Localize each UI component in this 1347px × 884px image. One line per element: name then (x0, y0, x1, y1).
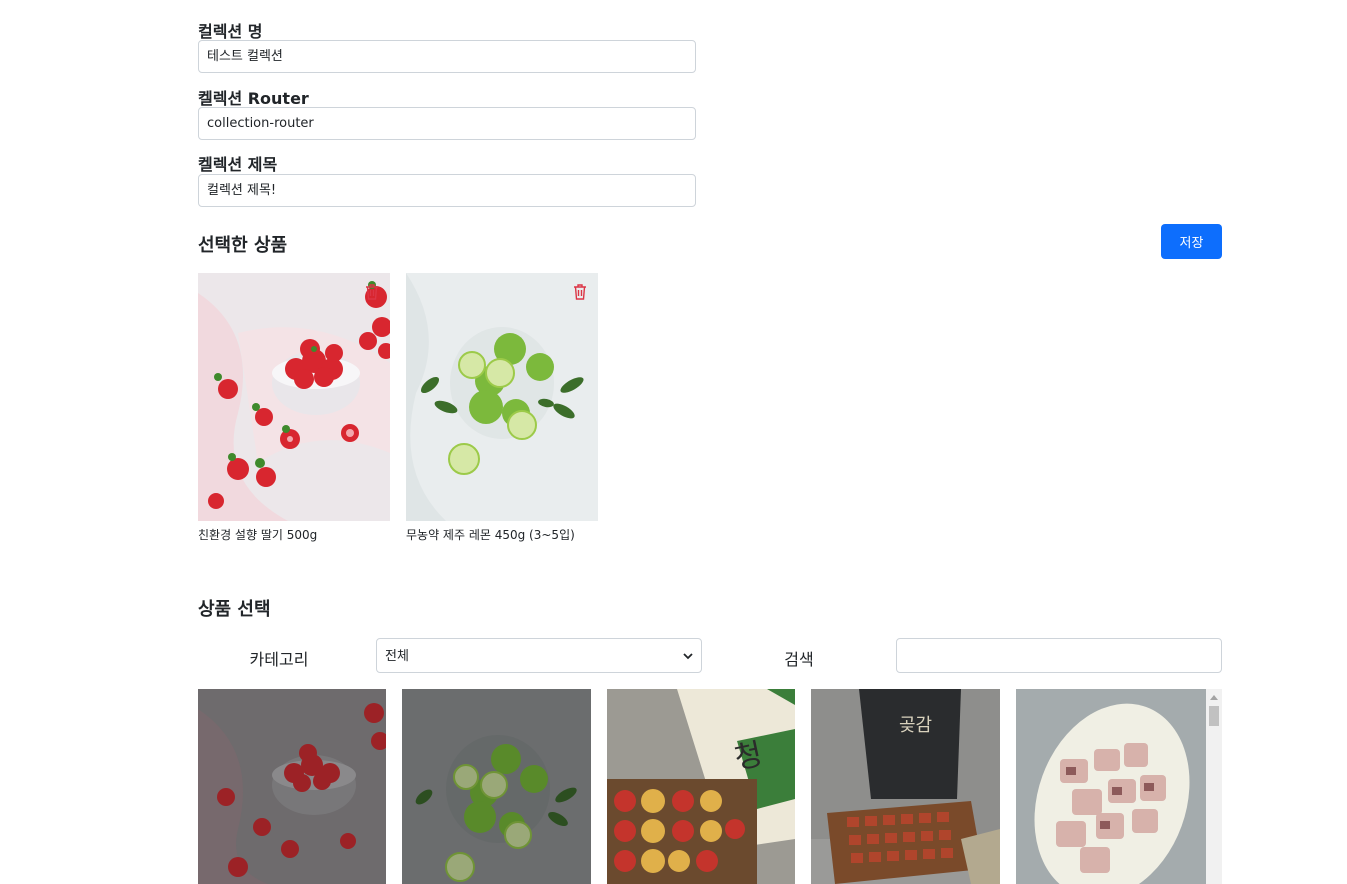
selected-product-card: 무농약 제주 레몬 450g (3~5입) (406, 273, 598, 543)
selected-product-name: 친환경 설향 딸기 500g (198, 528, 318, 542)
collection-name-label: 컬렉션 명 (198, 22, 263, 41)
collection-title-input[interactable]: 컬렉션 제목! (198, 174, 696, 207)
product-image (406, 273, 598, 521)
product-grid-item[interactable]: 곶감 (811, 689, 1000, 884)
product-grid-item[interactable]: 청 (607, 689, 795, 884)
collection-router-input[interactable]: collection-router (198, 107, 696, 140)
product-picker-title: 상품 선택 (198, 599, 271, 620)
scrollbar-thumb[interactable] (1209, 706, 1219, 726)
product-grid-item[interactable] (198, 689, 386, 884)
product-grid-scrollbar[interactable] (1206, 689, 1222, 884)
selected-products-title: 선택한 상품 (198, 235, 288, 256)
scroll-up-arrow-icon[interactable] (1210, 695, 1218, 700)
collection-editor: 컬렉션 명 테스트 컬렉션 켈렉션 Router collection-rout… (198, 0, 1222, 884)
svg-text:곶감: 곶감 (899, 715, 932, 736)
save-button[interactable]: 저장 (1161, 224, 1222, 259)
category-selected-value: 전체 (385, 649, 409, 664)
product-image (198, 273, 390, 521)
product-grid-item[interactable] (402, 689, 591, 884)
category-label: 카테고리 (249, 650, 309, 669)
product-grid-item[interactable] (1016, 689, 1206, 884)
search-input[interactable] (896, 638, 1222, 673)
selected-product-name: 무농약 제주 레몬 450g (3~5입) (406, 528, 575, 542)
collection-router-label: 켈렉션 Router (198, 89, 309, 108)
collection-name-input[interactable]: 테스트 컬렉션 (198, 40, 696, 73)
collection-title-label: 켈렉션 제목 (198, 155, 278, 174)
trash-icon[interactable] (572, 283, 588, 301)
trash-icon[interactable] (364, 283, 380, 301)
search-label: 검색 (784, 650, 814, 669)
selected-product-card: 친환경 설향 딸기 500g (198, 273, 390, 543)
category-select[interactable]: 전체 (376, 638, 702, 673)
chevron-down-icon (683, 653, 693, 660)
